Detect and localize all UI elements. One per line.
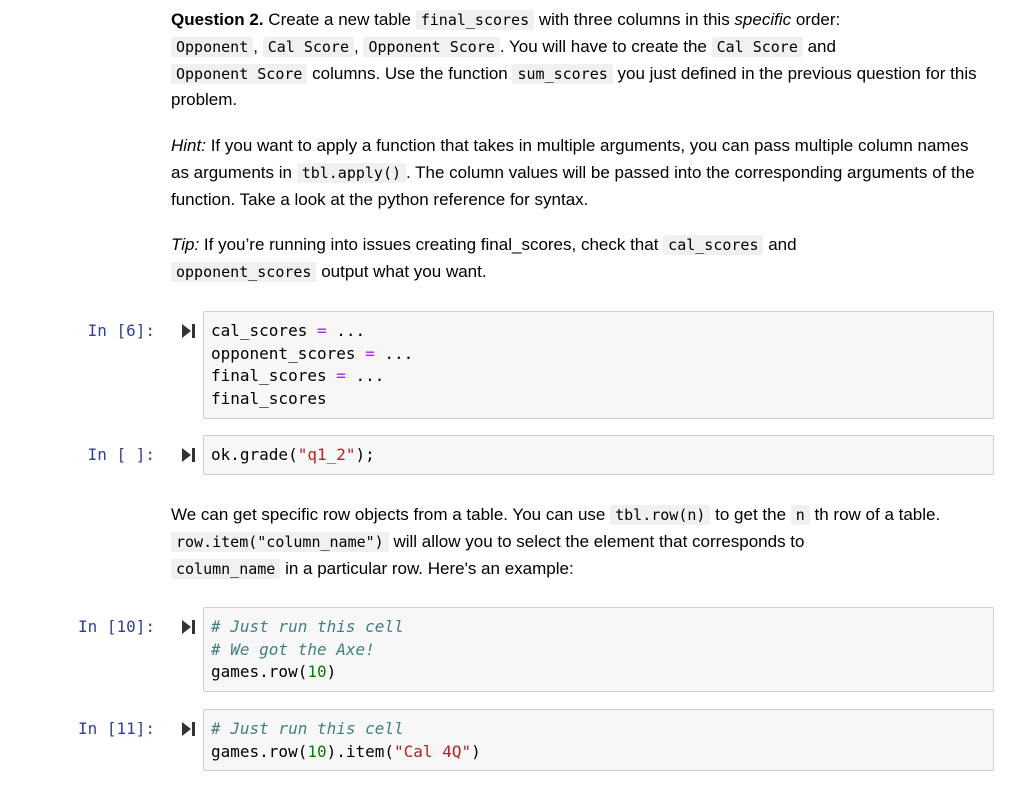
run-cell-icon[interactable] [180,619,196,635]
inline-code-tbl-row: tbl.row(n) [610,505,711,525]
run-cell-icon[interactable] [180,447,196,463]
code-editor[interactable]: ok.grade("q1_2"); [204,436,993,475]
run-cell-icon[interactable] [180,323,196,339]
tip-markdown: Tip: If you’re running into issues creat… [171,232,981,286]
inline-code-column-name: column_name [171,558,281,579]
cell-prompt: In [11]: [77,719,155,738]
code-editor[interactable]: cal_scores = ... opponent_scores = ... f… [204,312,993,418]
question-2-markdown: Question 2. Create a new table final_sco… [171,7,981,114]
code-cell[interactable]: # Just run this cell games.row(10).item(… [203,709,994,771]
cell-prompt: In [ ]: [87,445,155,464]
inline-code-opponent-score-2: Opponent Score [171,63,308,84]
inline-code-sum-scores: sum_scores [512,63,613,84]
row-item-paragraph: We can get specific row objects from a t… [171,505,941,579]
question-2-title: Question 2. [171,10,264,29]
inline-code-opponent-score: Opponent Score [363,36,500,57]
hint-label: Hint: [171,136,206,155]
inline-code-cal-score-2: Cal Score [711,36,803,57]
hint-paragraph: Hint: If you want to apply a function th… [171,136,975,209]
code-cell[interactable]: # Just run this cell # We got the Axe! g… [203,607,994,692]
hint-markdown: Hint: If you want to apply a function th… [171,133,981,213]
tip-paragraph: Tip: If you’re running into issues creat… [171,235,797,282]
inline-code-tbl-apply: tbl.apply() [296,162,407,183]
code-cell[interactable]: cal_scores = ... opponent_scores = ... f… [203,311,994,419]
cell-prompt: In [6]: [87,321,155,340]
code-editor[interactable]: # Just run this cell games.row(10).item(… [204,710,993,771]
question-2-paragraph: Question 2. Create a new table final_sco… [171,10,977,110]
tip-label: Tip: [171,235,200,254]
inline-code-cal-scores: cal_scores [663,235,764,255]
inline-code-opponent-scores: opponent_scores [171,261,317,282]
inline-code-cal-score: Cal Score [262,36,354,57]
run-cell-icon[interactable] [180,721,196,737]
cell-prompt: In [10]: [77,617,155,636]
code-editor[interactable]: # Just run this cell # We got the Axe! g… [204,608,993,692]
inline-code-final-scores: final_scores [415,10,535,30]
inline-code-row-item: row.item("column_name") [171,531,389,552]
inline-code-opponent: Opponent [171,36,254,57]
inline-code-n: n [790,505,810,525]
row-item-markdown: We can get specific row objects from a t… [171,502,981,582]
code-cell[interactable]: ok.grade("q1_2"); [203,435,994,475]
